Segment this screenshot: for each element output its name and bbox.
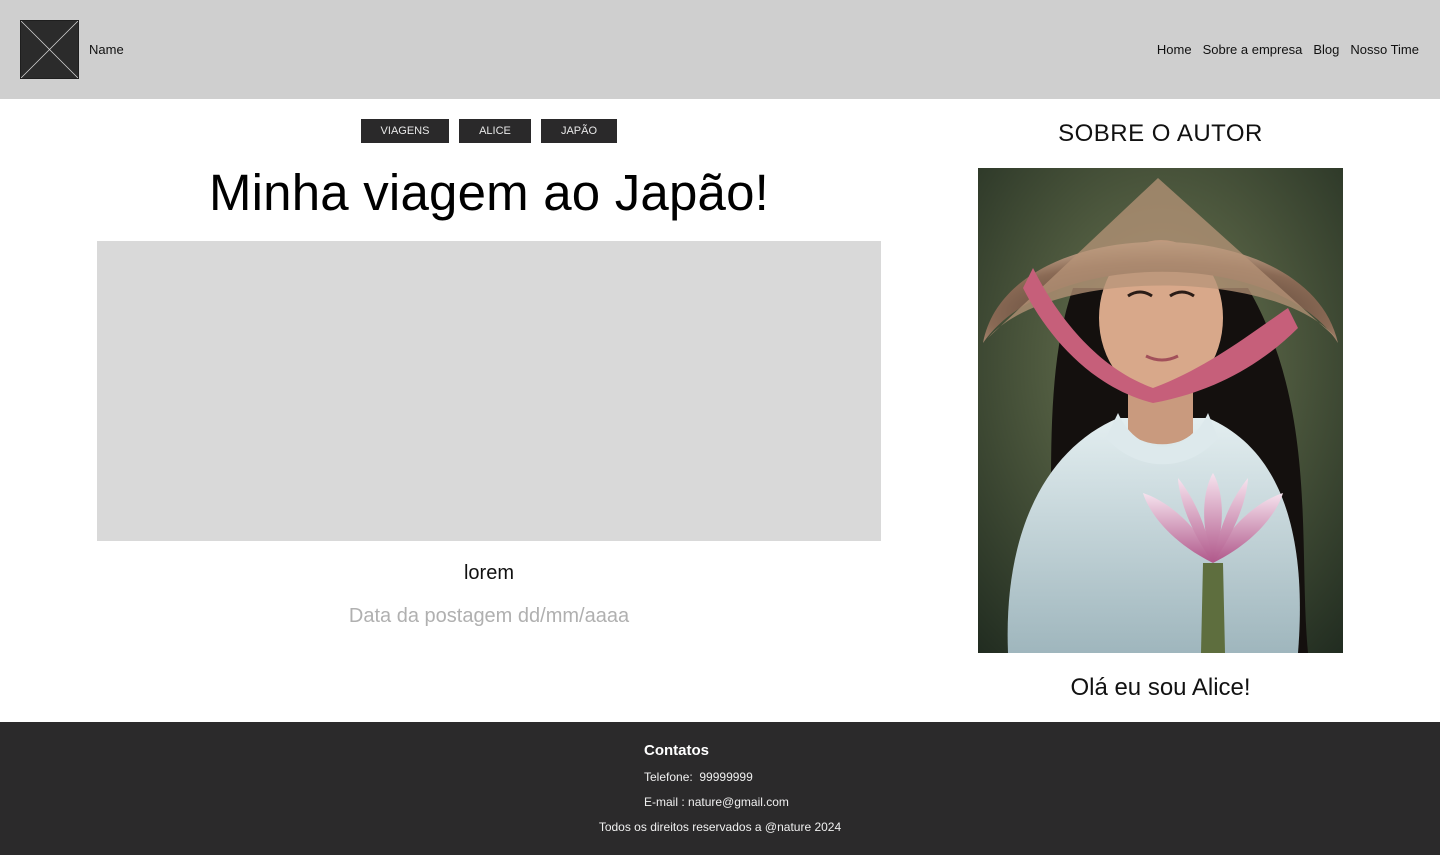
footer-phone: Telefone: 99999999 [644, 770, 753, 784]
site-header: Name Home Sobre a empresa Blog Nosso Tim… [0, 0, 1440, 99]
site-footer: Contatos Telefone: 99999999 E-mail : nat… [0, 722, 1440, 855]
post-caption: lorem [463, 562, 514, 584]
footer-email: E-mail : nature@gmail.com [644, 795, 789, 809]
author-section-heading: SOBRE O AUTOR [1058, 120, 1263, 147]
nav-nosso-time[interactable]: Nosso Time [1350, 42, 1419, 57]
nav-sobre-a-empresa[interactable]: Sobre a empresa [1203, 42, 1303, 57]
author-photo [978, 168, 1343, 653]
logo-placeholder-icon[interactable] [20, 20, 79, 79]
brand-name[interactable]: Name [89, 42, 124, 57]
footer-email-value[interactable]: nature@gmail.com [688, 795, 789, 809]
footer-copyright: Todos os direitos reservados a @nature 2… [598, 820, 842, 834]
footer-phone-label: Telefone: [644, 770, 693, 784]
tag-viagens[interactable]: VIAGENS [361, 119, 449, 143]
author-greeting: Olá eu sou Alice! [1070, 674, 1251, 701]
tag-alice[interactable]: ALICE [459, 119, 531, 143]
tag-japao[interactable]: JAPÃO [541, 119, 617, 143]
footer-email-label: E-mail : [644, 795, 685, 809]
nav-home[interactable]: Home [1157, 42, 1192, 57]
footer-contacts-heading: Contatos [644, 742, 709, 759]
post-tags: VIAGENS ALICE JAPÃO [361, 119, 617, 143]
main-nav: Home Sobre a empresa Blog Nosso Time [1157, 42, 1419, 57]
post-title: Minha viagem ao Japão! [208, 164, 770, 221]
post-image-placeholder [97, 241, 881, 541]
post-date: Data da postagem dd/mm/aaaa [348, 605, 630, 627]
footer-phone-value[interactable]: 99999999 [699, 770, 752, 784]
nav-blog[interactable]: Blog [1313, 42, 1339, 57]
